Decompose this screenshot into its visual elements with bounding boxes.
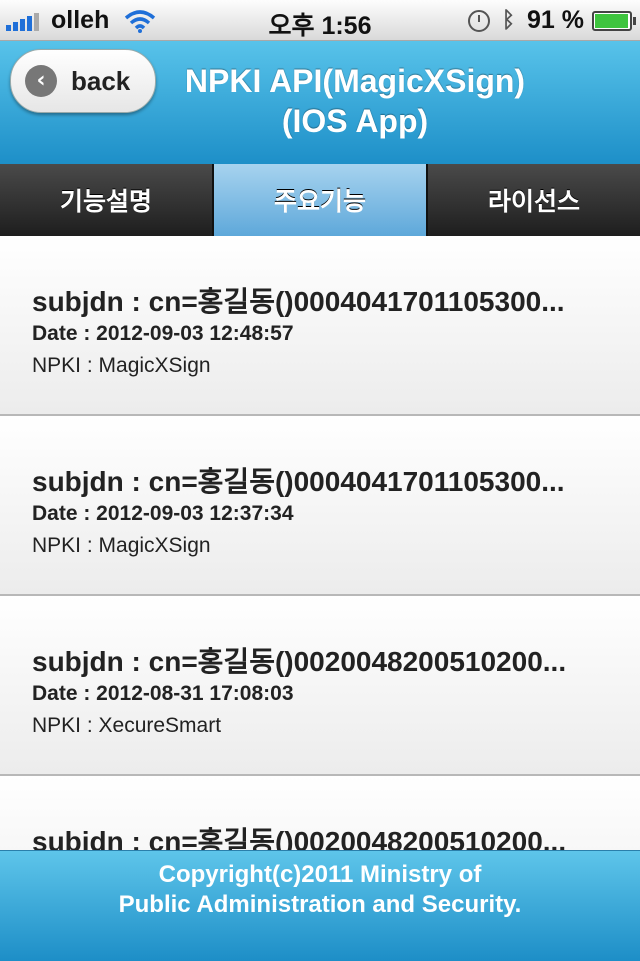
copyright-line-2: Public Administration and Security.: [118, 891, 522, 918]
status-right: ᛒ 91 %: [467, 6, 636, 35]
item-date: Date : 2012-08-31 17:08:03: [32, 682, 294, 705]
bluetooth-icon: ᛒ: [501, 8, 516, 33]
certificate-list: subjdn : cn=홍길동()0004041701105300... Dat…: [0, 236, 640, 850]
list-item[interactable]: subjdn : cn=홍길동()0020048200510200... Dat…: [0, 596, 640, 776]
item-date: Date : 2012-09-03 12:48:57: [32, 322, 294, 345]
item-npki: NPKI : MagicXSign: [32, 534, 211, 557]
tab-feature-description[interactable]: 기능설명: [0, 164, 214, 236]
item-subjdn: subjdn : cn=홍길동()0020048200510200...: [32, 646, 567, 677]
title-line-2: (IOS App): [281, 103, 429, 139]
status-bar: olleh 오후 1:56 ᛒ 91 %: [0, 0, 640, 41]
item-subjdn: subjdn : cn=홍길동()0004041701105300...: [32, 286, 565, 317]
item-subjdn: subjdn : cn=홍길동()0004041701105300...: [32, 466, 565, 497]
clock-icon: [467, 9, 490, 32]
battery-percent: 91 %: [527, 6, 584, 34]
back-arrow-icon: ‹: [25, 65, 57, 97]
list-item[interactable]: subjdn : cn=홍길동()0004041701105300... Dat…: [0, 236, 640, 416]
list-item[interactable]: subjdn : cn=홍길동()0004041701105300... Dat…: [0, 416, 640, 596]
tab-bar: 기능설명 주요기능 라이선스: [0, 164, 640, 236]
item-npki: NPKI : XecureSmart: [32, 714, 222, 737]
copyright-line-1: Copyright(c)2011 Ministry of: [158, 861, 482, 888]
item-npki: NPKI : MagicXSign: [32, 354, 211, 377]
back-button[interactable]: ‹ back: [10, 49, 156, 113]
tab-license[interactable]: 라이선스: [428, 164, 640, 236]
battery-icon: [592, 10, 636, 31]
page-title: NPKI API(MagicXSign) (IOS App): [130, 61, 580, 141]
list-item[interactable]: subjdn : cn=홍길동()0020048200510200...: [0, 776, 640, 850]
back-label: back: [71, 65, 131, 96]
footer: Copyright(c)2011 Ministry of Public Admi…: [0, 850, 640, 961]
title-line-1: NPKI API(MagicXSign): [184, 63, 526, 99]
tab-main-features[interactable]: 주요기능: [214, 164, 428, 236]
item-date: Date : 2012-09-03 12:37:34: [32, 502, 294, 525]
nav-header: NPKI API(MagicXSign) (IOS App) ‹ back: [0, 41, 640, 164]
item-subjdn: subjdn : cn=홍길동()0020048200510200...: [32, 826, 567, 850]
